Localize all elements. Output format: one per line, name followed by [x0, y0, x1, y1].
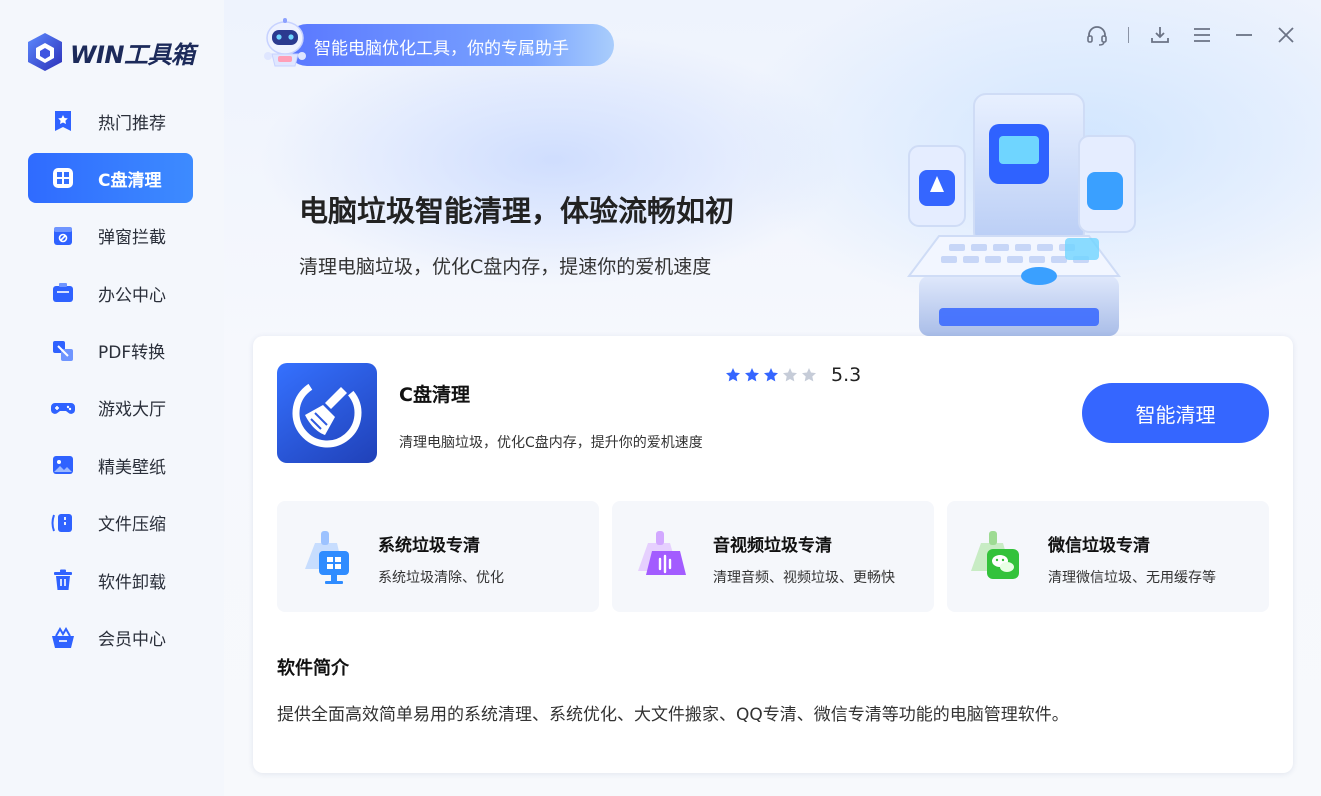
- star-empty-icon: [802, 368, 816, 382]
- media-broom-icon: [638, 531, 686, 575]
- computer-illustration-icon: [907, 93, 1136, 336]
- sidebar-item-hot[interactable]: 热门推荐: [28, 96, 193, 146]
- intro-title: 软件简介: [277, 658, 349, 679]
- rating-stars: [725, 367, 817, 383]
- headset-icon[interactable]: [1084, 22, 1110, 48]
- popup-block-icon: [50, 223, 76, 249]
- star-filled-icon: [726, 368, 740, 382]
- hero-title: 电脑垃圾智能清理，体验流畅如初: [299, 194, 735, 228]
- slogan-text: 智能电脑优化工具，你的专属助手: [314, 39, 569, 59]
- sidebar-item-label: C盘清理: [98, 170, 162, 191]
- image-icon: [50, 452, 76, 478]
- close-icon[interactable]: [1273, 22, 1299, 48]
- main-panel: 智能电脑优化工具，你的专属助手 电脑垃圾智能清理，体验流畅如初 清理电脑垃圾，优…: [224, 0, 1321, 796]
- bookmark-star-icon: [50, 108, 76, 134]
- sidebar-item-label: 精美壁纸: [98, 457, 166, 478]
- c-clean-app-icon: [277, 363, 377, 463]
- logo-text: WIN工具箱: [70, 40, 195, 69]
- crown-basket-icon: [50, 625, 76, 651]
- briefcase-icon: [50, 280, 76, 306]
- sidebar-item-uninstall[interactable]: 软件卸载: [28, 555, 193, 605]
- compress-icon: [50, 510, 76, 536]
- sidebar-item-label: 办公中心: [98, 285, 166, 306]
- feature-wechat-clean[interactable]: 微信垃圾专清 清理微信垃圾、无用缓存等: [947, 501, 1269, 612]
- logo-icon: [28, 33, 62, 71]
- star-empty-icon: [783, 368, 797, 382]
- grid-icon: [50, 165, 76, 191]
- sidebar-item-label: 游戏大厅: [98, 400, 166, 421]
- star-filled-icon: [764, 368, 778, 382]
- sidebar-item-c-clean[interactable]: C盘清理: [28, 153, 193, 204]
- sidebar-item-label: 会员中心: [98, 630, 166, 651]
- robot-mascot-icon: [264, 18, 306, 67]
- sidebar-item-label: 热门推荐: [98, 113, 166, 134]
- app-detail-card: C盘清理 清理电脑垃圾，优化C盘内存，提升你的爱机速度 5.3 智能清理 系统垃…: [253, 336, 1293, 773]
- download-icon[interactable]: [1147, 22, 1173, 48]
- sidebar: WIN工具箱 热门推荐 C盘清理 弹窗拦截 办公中心 PDF转换 游戏大厅 精美…: [0, 0, 224, 796]
- app-description: 清理电脑垃圾，优化C盘内存，提升你的爱机速度: [399, 435, 703, 451]
- app-logo: WIN工具箱: [26, 30, 195, 74]
- system-broom-icon: [305, 531, 349, 584]
- sidebar-item-label: 文件压缩: [98, 515, 166, 536]
- sidebar-item-compress[interactable]: 文件压缩: [28, 498, 193, 548]
- app-rating: 5.3: [725, 364, 861, 386]
- app-name: C盘清理: [399, 384, 470, 406]
- minimize-icon[interactable]: [1231, 22, 1257, 48]
- feature-desc: 系统垃圾清除、优化: [378, 570, 504, 586]
- gamepad-icon: [50, 395, 76, 421]
- menu-icon[interactable]: [1189, 22, 1215, 48]
- hero-subtitle: 清理电脑垃圾，优化C盘内存，提速你的爱机速度: [299, 256, 712, 278]
- rating-score: 5.3: [831, 364, 862, 386]
- sidebar-item-label: PDF转换: [98, 343, 166, 364]
- feature-media-clean[interactable]: 音视频垃圾专清 清理音频、视频垃圾、更畅快: [612, 501, 934, 612]
- feature-title: 微信垃圾专清: [1048, 536, 1150, 556]
- slogan-banner: 智能电脑优化工具，你的专属助手: [256, 18, 616, 68]
- wechat-broom-icon: [971, 531, 1019, 579]
- sidebar-item-games[interactable]: 游戏大厅: [28, 383, 193, 433]
- smart-clean-button[interactable]: 智能清理: [1082, 383, 1269, 443]
- sidebar-item-label: 软件卸载: [98, 572, 166, 593]
- sidebar-nav: 热门推荐 C盘清理 弹窗拦截 办公中心 PDF转换 游戏大厅 精美壁纸 文件压缩…: [28, 96, 193, 670]
- sidebar-item-label: 弹窗拦截: [98, 228, 166, 249]
- feature-title: 音视频垃圾专清: [713, 536, 832, 556]
- toolbar-divider: [1128, 27, 1129, 43]
- feature-desc: 清理微信垃圾、无用缓存等: [1048, 570, 1216, 586]
- pdf-convert-icon: [50, 338, 76, 364]
- star-filled-icon: [745, 368, 759, 382]
- trash-icon: [50, 567, 76, 593]
- sidebar-item-member[interactable]: 会员中心: [28, 613, 193, 663]
- window-controls: [1084, 22, 1299, 48]
- sidebar-item-office[interactable]: 办公中心: [28, 268, 193, 318]
- sidebar-item-wallpaper[interactable]: 精美壁纸: [28, 440, 193, 490]
- feature-list: 系统垃圾专清 系统垃圾清除、优化 音视频垃圾专清 清理音频、视频垃圾、更畅快 微…: [277, 501, 1269, 612]
- sidebar-item-pdf[interactable]: PDF转换: [28, 326, 193, 376]
- sidebar-item-popup[interactable]: 弹窗拦截: [28, 211, 193, 261]
- feature-title: 系统垃圾专清: [378, 536, 480, 556]
- feature-desc: 清理音频、视频垃圾、更畅快: [713, 570, 895, 586]
- intro-text: 提供全面高效简单易用的系统清理、系统优化、大文件搬家、QQ专清、微信专清等功能的…: [277, 705, 1069, 725]
- feature-system-clean[interactable]: 系统垃圾专清 系统垃圾清除、优化: [277, 501, 599, 612]
